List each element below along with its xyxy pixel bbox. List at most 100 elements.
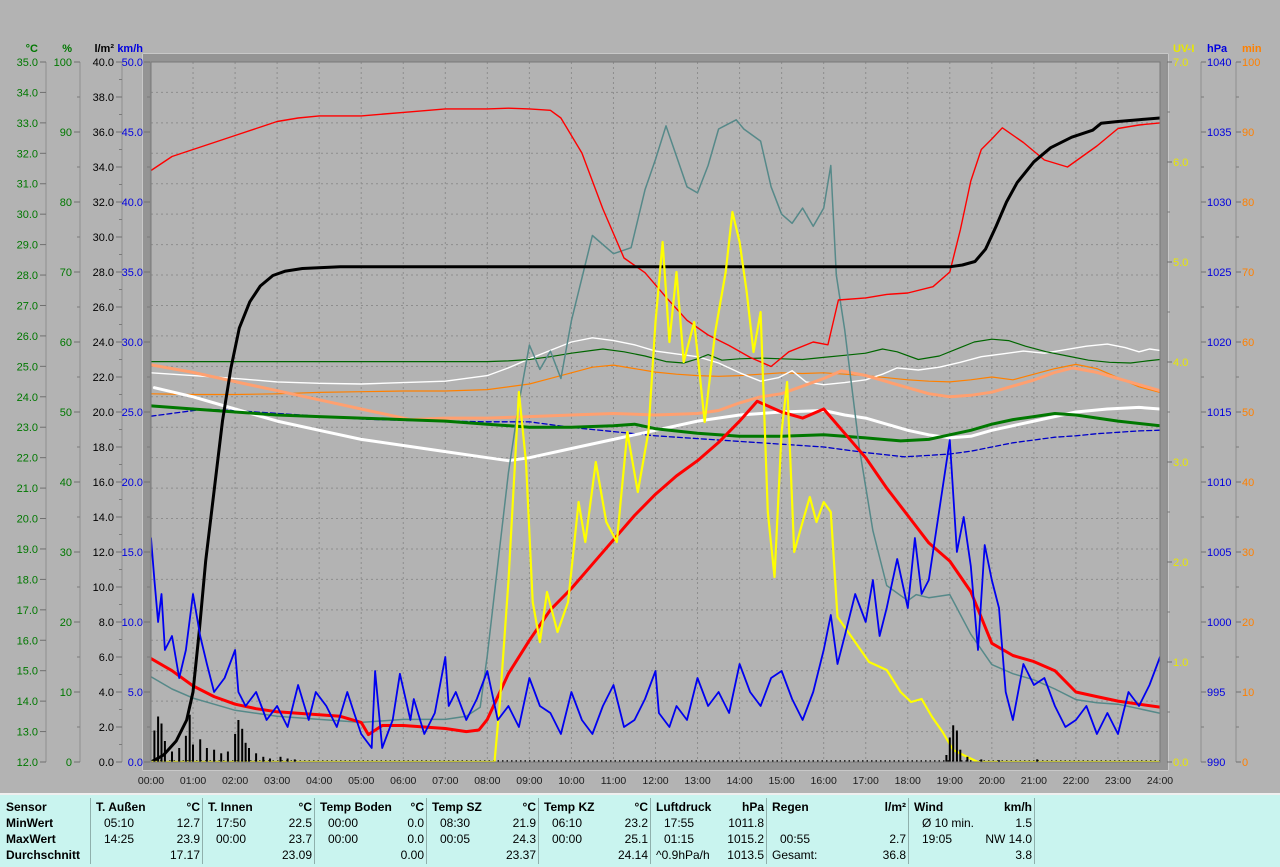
table-sensor-unit: °C — [298, 800, 312, 814]
table-sensor-name: Temp Boden — [320, 800, 392, 814]
svg-text:2.0: 2.0 — [1173, 557, 1188, 569]
table-max-value: 1015.2 — [727, 832, 764, 846]
svg-text:24.0: 24.0 — [17, 392, 38, 404]
svg-text:26.0: 26.0 — [17, 331, 38, 343]
table-avg-label: Gesamt: — [772, 848, 818, 862]
table-sensor-unit: °C — [522, 800, 536, 814]
svg-text:05:00: 05:00 — [348, 775, 374, 787]
svg-text:1035: 1035 — [1207, 127, 1231, 139]
table-column-separator — [908, 798, 909, 864]
table-min-value: 1011.8 — [728, 816, 764, 830]
table-column-separator — [538, 798, 539, 864]
svg-text:14.0: 14.0 — [93, 512, 114, 524]
svg-text:25.0: 25.0 — [122, 407, 143, 419]
svg-text:21:00: 21:00 — [1021, 775, 1047, 787]
svg-text:1000: 1000 — [1207, 617, 1231, 629]
svg-text:11:00: 11:00 — [601, 775, 627, 787]
table-avg-value: 1013.5 — [727, 848, 764, 862]
svg-text:27.0: 27.0 — [17, 300, 38, 312]
table-avg-label: ^0.9hPa/h — [656, 848, 710, 862]
svg-text:32.0: 32.0 — [17, 148, 38, 160]
table-min-value: 1.5 — [1015, 816, 1032, 830]
table-max-time: 00:00 — [216, 832, 247, 846]
svg-text:20: 20 — [1242, 617, 1254, 629]
table-sensor-unit: l/m² — [884, 800, 906, 814]
svg-text:10: 10 — [60, 687, 72, 699]
svg-text:19:00: 19:00 — [937, 775, 963, 787]
table-min-time: 05:10 — [104, 816, 135, 830]
svg-text:30.0: 30.0 — [17, 209, 38, 221]
svg-text:0: 0 — [66, 757, 72, 769]
svg-text:min: min — [1242, 43, 1262, 55]
table-min-time: 00:00 — [328, 816, 359, 830]
table-row-label: MinWert — [6, 816, 54, 830]
svg-text:21.0: 21.0 — [17, 483, 38, 495]
svg-text:12.0: 12.0 — [17, 757, 38, 769]
svg-text:10: 10 — [1242, 687, 1254, 699]
table-column-separator — [314, 798, 315, 864]
table-sensor-name: Temp KZ — [544, 800, 595, 814]
svg-text:18.0: 18.0 — [93, 442, 114, 454]
table-row-label: Durchschnitt — [6, 848, 81, 862]
table-column-separator — [766, 798, 767, 864]
svg-text:15:00: 15:00 — [768, 775, 794, 787]
svg-text:07:00: 07:00 — [432, 775, 458, 787]
table-min-time: 17:50 — [216, 816, 247, 830]
svg-text:40: 40 — [60, 477, 72, 489]
table-sensor-name: Wind — [914, 800, 944, 814]
svg-text:20.0: 20.0 — [17, 514, 38, 526]
table-min-value: 22.5 — [288, 816, 312, 830]
svg-text:36.0: 36.0 — [93, 127, 114, 139]
table-max-time: 00:55 — [780, 832, 811, 846]
svg-text:990: 990 — [1207, 757, 1225, 769]
svg-text:02:00: 02:00 — [222, 775, 248, 787]
svg-text:1020: 1020 — [1207, 337, 1231, 349]
table-sensor-name: Regen — [772, 800, 809, 814]
svg-text:UV-I: UV-I — [1173, 43, 1194, 55]
table-avg-value: 23.37 — [505, 848, 536, 862]
svg-text:14.0: 14.0 — [17, 696, 38, 708]
svg-text:31.0: 31.0 — [17, 179, 38, 191]
table-min-time: Ø 10 min. — [922, 816, 975, 830]
table-column-separator — [90, 798, 91, 864]
svg-text:18.0: 18.0 — [17, 574, 38, 586]
table-max-time: 14:25 — [104, 832, 135, 846]
svg-text:90: 90 — [1242, 127, 1254, 139]
svg-text:l/m²: l/m² — [94, 43, 114, 55]
table-sensor-unit: km/h — [1003, 800, 1032, 814]
svg-text:°C: °C — [26, 43, 38, 55]
table-row-label: Sensor — [6, 800, 47, 814]
svg-text:5.0: 5.0 — [128, 687, 143, 699]
table-column-separator — [1034, 798, 1035, 864]
svg-text:13.0: 13.0 — [17, 727, 38, 739]
svg-text:33.0: 33.0 — [17, 118, 38, 130]
table-max-value: 2.7 — [889, 832, 906, 846]
svg-text:1005: 1005 — [1207, 547, 1231, 559]
table-column-separator — [650, 798, 651, 864]
table-sensor-unit: °C — [410, 800, 424, 814]
table-min-time: 06:10 — [552, 816, 583, 830]
svg-text:50: 50 — [1242, 407, 1254, 419]
table-sensor-name: Luftdruck — [656, 800, 712, 814]
svg-text:15.0: 15.0 — [122, 547, 143, 559]
svg-text:32.0: 32.0 — [93, 197, 114, 209]
table-max-value: 23.9 — [176, 832, 200, 846]
table-min-value: 23.2 — [624, 816, 648, 830]
svg-text:34.0: 34.0 — [17, 87, 38, 99]
svg-text:13:00: 13:00 — [684, 775, 710, 787]
table-max-time: 00:00 — [328, 832, 359, 846]
svg-text:1010: 1010 — [1207, 477, 1231, 489]
svg-text:12:00: 12:00 — [642, 775, 668, 787]
svg-text:8.0: 8.0 — [99, 617, 114, 629]
table-min-time: 17:55 — [664, 816, 695, 830]
svg-text:22.0: 22.0 — [93, 372, 114, 384]
svg-text:01:00: 01:00 — [180, 775, 206, 787]
svg-text:09:00: 09:00 — [516, 775, 542, 787]
svg-text:6.0: 6.0 — [1173, 157, 1188, 169]
svg-text:3.0: 3.0 — [1173, 457, 1188, 469]
table-sensor-name: Temp SZ — [432, 800, 482, 814]
table-column-separator — [202, 798, 203, 864]
svg-text:90: 90 — [60, 127, 72, 139]
svg-text:15.0: 15.0 — [17, 666, 38, 678]
svg-text:1040: 1040 — [1207, 57, 1231, 69]
